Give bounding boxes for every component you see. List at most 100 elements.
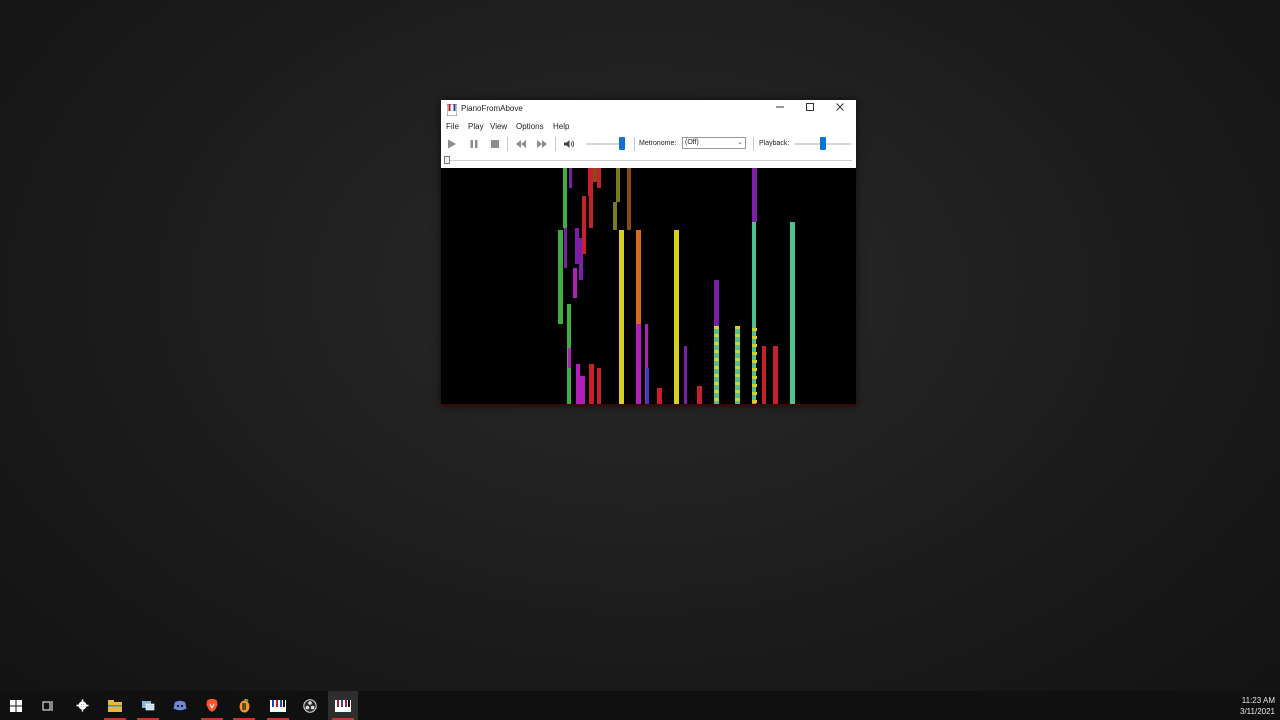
note-display [441, 168, 856, 406]
menu-play[interactable]: Play [468, 122, 484, 131]
falling-note [568, 348, 571, 368]
network-app-button[interactable] [133, 691, 163, 720]
falling-note [589, 364, 594, 404]
folder-icon [108, 699, 122, 712]
progress-track[interactable] [445, 160, 852, 161]
toolbar: Metronome: (Off) ⌄ Playback: [441, 135, 856, 153]
file-explorer-button[interactable] [100, 691, 130, 720]
note-stripe [735, 358, 740, 361]
close-button[interactable] [825, 100, 855, 120]
falling-note [616, 168, 620, 202]
note-stripe [735, 398, 740, 401]
note-stripe [714, 326, 719, 329]
note-stripe [752, 392, 757, 395]
note-stripe [752, 344, 757, 347]
note-stripe [735, 350, 740, 353]
task-view-button[interactable] [33, 691, 63, 720]
menu-bar: File Play View Options Help [441, 121, 856, 133]
mute-button[interactable] [563, 138, 575, 150]
toolbar-separator [507, 137, 508, 151]
note-stripe [735, 326, 740, 329]
pianofromabove-icon [335, 699, 351, 712]
menu-options[interactable]: Options [516, 122, 544, 131]
falling-note [773, 346, 778, 404]
pianofromabove-button[interactable] [328, 691, 358, 720]
play-button[interactable] [446, 138, 458, 150]
toolbar-separator [634, 137, 635, 151]
note-stripe [735, 382, 740, 385]
note-stripe [714, 398, 719, 401]
note-stripe [752, 376, 757, 379]
note-stripe [714, 358, 719, 361]
title-bar[interactable]: PianoFromAbove [441, 100, 856, 120]
note-stripe [752, 352, 757, 355]
start-button[interactable] [1, 691, 31, 720]
pause-button[interactable] [468, 138, 480, 150]
menu-file[interactable]: File [446, 122, 459, 131]
note-stripe [752, 368, 757, 371]
piano-app-button[interactable] [263, 691, 293, 720]
falling-note [684, 346, 687, 404]
song-progress[interactable] [441, 155, 856, 167]
fast-forward-button[interactable] [536, 138, 548, 150]
stop-button[interactable] [489, 138, 501, 150]
note-stripe [752, 400, 757, 403]
minimize-button[interactable] [765, 100, 795, 120]
piano-app-icon [447, 104, 457, 116]
keyboard-edge [441, 404, 856, 406]
falling-note [569, 168, 572, 188]
maximize-icon [806, 103, 814, 111]
system-clock[interactable]: 11:23 AM 3/11/2021 [1240, 695, 1275, 717]
brave-lion-icon [206, 699, 218, 712]
falling-note [657, 388, 662, 404]
note-stripe [714, 366, 719, 369]
falling-note [619, 230, 624, 404]
windows-logo-icon [10, 699, 22, 712]
menu-view[interactable]: View [490, 122, 507, 131]
toolbar-separator [555, 137, 556, 151]
settings-button[interactable] [67, 691, 97, 720]
falling-note [597, 168, 601, 188]
obs-button[interactable] [295, 691, 325, 720]
app-window[interactable]: PianoFromAbove File Play View Options He… [441, 100, 856, 406]
brave-button[interactable] [197, 691, 227, 720]
note-stripe [714, 350, 719, 353]
fl-studio-button[interactable] [229, 691, 259, 720]
metronome-dropdown[interactable]: (Off) ⌄ [682, 137, 746, 149]
falling-note [597, 368, 601, 404]
fl-studio-icon [239, 698, 249, 712]
volume-slider-thumb[interactable] [619, 137, 625, 150]
discord-button[interactable] [165, 691, 195, 720]
falling-note [697, 386, 702, 404]
window-title: PianoFromAbove [461, 104, 523, 113]
pause-icon [470, 140, 478, 148]
rewind-button[interactable] [515, 138, 527, 150]
piano-keys-icon [270, 699, 286, 712]
falling-note [636, 324, 641, 404]
clock-date: 3/11/2021 [1240, 707, 1275, 716]
task-view-icon [42, 700, 53, 711]
playback-slider-thumb[interactable] [820, 137, 826, 150]
falling-note [582, 196, 586, 254]
note-stripe [752, 336, 757, 339]
falling-note [790, 222, 795, 404]
falling-note [714, 280, 719, 326]
playback-label: Playback: [759, 140, 790, 147]
note-stripe [735, 334, 740, 337]
note-stripe [752, 360, 757, 363]
note-stripe [752, 328, 757, 331]
chevron-down-icon: ⌄ [737, 139, 743, 146]
menu-help[interactable]: Help [553, 122, 569, 131]
metronome-value: (Off) [685, 139, 699, 146]
play-icon [448, 139, 456, 149]
speaker-icon [564, 140, 575, 148]
falling-note [752, 222, 756, 328]
progress-thumb[interactable] [444, 156, 450, 164]
metronome-label: Metronome: [639, 140, 677, 147]
clock-time: 11:23 AM [1241, 696, 1275, 705]
note-stripe [735, 374, 740, 377]
falling-note [563, 168, 567, 228]
maximize-button[interactable] [795, 100, 825, 120]
falling-note [646, 368, 649, 404]
falling-note [627, 168, 631, 230]
